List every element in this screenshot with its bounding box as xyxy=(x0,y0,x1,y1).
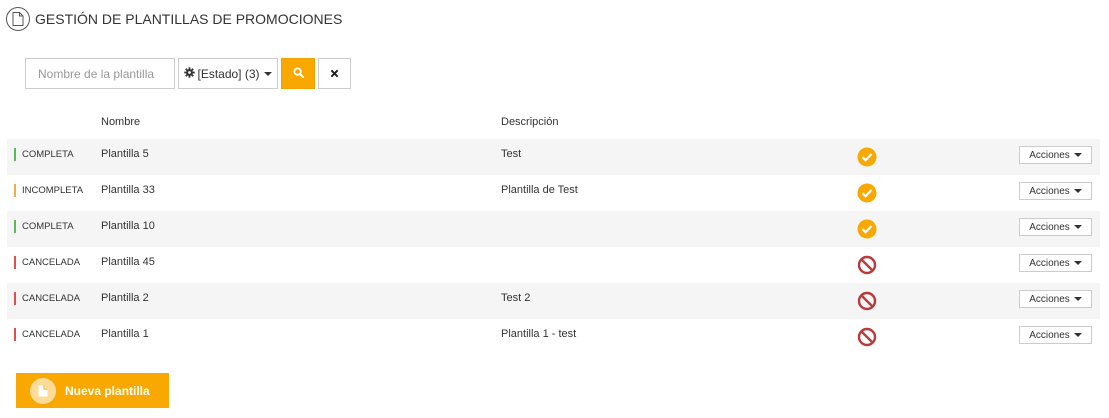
status-badge: COMPLETA xyxy=(14,220,74,233)
check-circle-icon xyxy=(857,147,877,167)
status-badge: INCOMPLETA xyxy=(14,184,83,197)
template-description: Test 2 xyxy=(501,292,531,304)
table-header: Nombre Descripción xyxy=(0,116,1109,132)
actions-dropdown[interactable]: Acciones xyxy=(1019,146,1092,164)
page-header: GESTIÓN DE PLANTILLAS DE PROMOCIONES xyxy=(6,6,342,32)
estado-filter-dropdown[interactable]: [Estado] (3) xyxy=(178,58,278,89)
ban-icon xyxy=(857,291,877,311)
templates-table: COMPLETA Plantilla 5 Test Acciones INCOM… xyxy=(7,139,1100,355)
search-icon xyxy=(292,66,304,81)
template-name: Plantilla 10 xyxy=(101,220,155,232)
chevron-down-icon xyxy=(1073,333,1082,337)
actions-label: Acciones xyxy=(1029,329,1070,341)
page-title: GESTIÓN DE PLANTILLAS DE PROMOCIONES xyxy=(35,11,343,27)
actions-label: Acciones xyxy=(1029,149,1070,161)
column-header-nombre: Nombre xyxy=(101,116,141,128)
template-name: Plantilla 2 xyxy=(101,292,149,304)
new-template-button[interactable]: Nueva plantilla xyxy=(16,373,169,408)
chevron-down-icon xyxy=(1073,297,1082,301)
gear-icon xyxy=(184,66,196,81)
close-icon xyxy=(330,66,339,81)
chevron-down-icon xyxy=(1073,225,1082,229)
filter-bar: [Estado] (3) xyxy=(25,58,351,89)
template-name: Plantilla 5 xyxy=(101,148,149,160)
actions-label: Acciones xyxy=(1029,257,1070,269)
table-row: COMPLETA Plantilla 10 Acciones xyxy=(7,211,1100,247)
column-header-descripcion: Descripción xyxy=(501,116,559,128)
template-name: Plantilla 33 xyxy=(101,184,155,196)
status-badge: CANCELADA xyxy=(14,328,80,341)
actions-dropdown[interactable]: Acciones xyxy=(1019,182,1092,200)
template-description: Test xyxy=(501,148,522,160)
template-name: Plantilla 45 xyxy=(101,256,155,268)
table-row: COMPLETA Plantilla 5 Test Acciones xyxy=(7,139,1100,175)
table-row: CANCELADA Plantilla 1 Plantilla 1 - test… xyxy=(7,319,1100,355)
template-description: Plantilla 1 - test xyxy=(501,328,577,340)
template-name: Plantilla 1 xyxy=(101,328,149,340)
chevron-down-icon xyxy=(1073,153,1082,157)
ban-icon xyxy=(857,255,877,275)
estado-filter-label: [Estado] (3) xyxy=(197,66,260,81)
new-template-label: Nueva plantilla xyxy=(65,383,150,398)
ban-icon xyxy=(857,327,877,347)
table-row: CANCELADA Plantilla 45 Acciones xyxy=(7,247,1100,283)
actions-label: Acciones xyxy=(1029,221,1070,233)
chevron-down-icon xyxy=(1073,261,1082,265)
actions-dropdown[interactable]: Acciones xyxy=(1019,326,1092,344)
actions-dropdown[interactable]: Acciones xyxy=(1019,254,1092,272)
actions-label: Acciones xyxy=(1029,293,1070,305)
check-circle-icon xyxy=(857,219,877,239)
table-row: CANCELADA Plantilla 2 Test 2 Acciones xyxy=(7,283,1100,319)
template-name-input[interactable] xyxy=(25,58,175,89)
document-icon xyxy=(6,7,30,31)
search-button[interactable] xyxy=(281,58,315,89)
status-badge: CANCELADA xyxy=(14,292,80,305)
check-circle-icon xyxy=(857,183,877,203)
table-row: INCOMPLETA Plantilla 33 Plantilla de Tes… xyxy=(7,175,1100,211)
chevron-down-icon xyxy=(263,71,272,76)
document-icon xyxy=(30,377,56,404)
actions-label: Acciones xyxy=(1029,185,1070,197)
status-badge: CANCELADA xyxy=(14,256,80,269)
actions-dropdown[interactable]: Acciones xyxy=(1019,218,1092,236)
status-badge: COMPLETA xyxy=(14,148,74,161)
clear-filters-button[interactable] xyxy=(318,58,351,89)
actions-dropdown[interactable]: Acciones xyxy=(1019,290,1092,308)
template-description: Plantilla de Test xyxy=(501,184,578,196)
chevron-down-icon xyxy=(1073,189,1082,193)
